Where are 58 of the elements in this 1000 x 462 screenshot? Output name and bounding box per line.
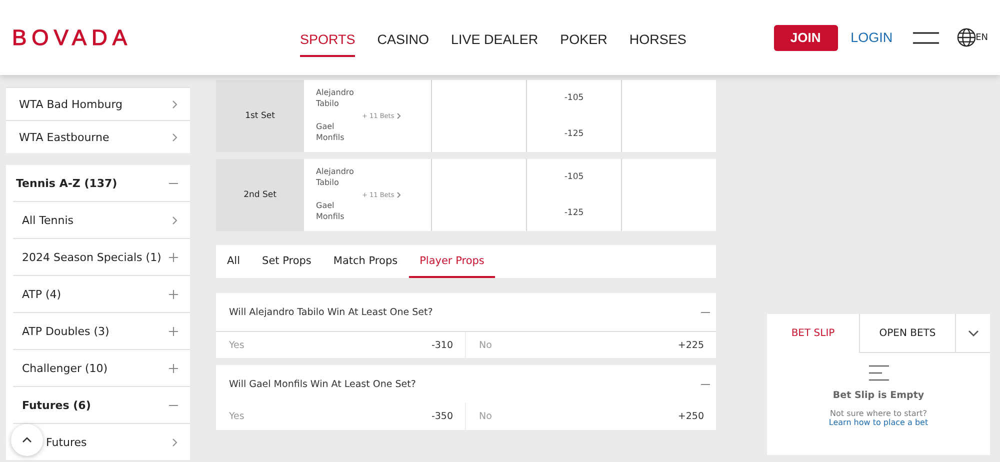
help-link[interactable]: Learn how to place a bet <box>828 418 928 427</box>
hint-text: Not sure where to start? <box>830 409 927 418</box>
sidebar-item[interactable]: Challenger (10) <box>13 349 190 386</box>
prop-question: Will Alejandro Tabilo Win At Least One Set? <box>229 306 433 318</box>
player-name: Alejandro Tabilo <box>316 167 355 189</box>
chevron-right-icon <box>172 100 178 108</box>
odds-value[interactable]: -105 <box>564 172 584 182</box>
empty-title: Bet Slip is Empty <box>832 390 924 401</box>
sidebar-item[interactable]: Futures (6) <box>13 386 190 423</box>
chevron-down-icon <box>968 330 978 336</box>
market-label: 2nd Set <box>244 190 276 200</box>
odds-value[interactable]: -105 <box>564 93 584 103</box>
sidebar-item[interactable]: 2024 Season Specials (1) <box>13 238 190 275</box>
list-icon <box>868 365 888 381</box>
sidebar-item[interactable]: WTA Bad Homburg <box>6 87 190 120</box>
join-button[interactable]: JOIN <box>774 24 838 50</box>
odds-value[interactable]: -125 <box>564 129 584 139</box>
player-name: Alejandro Tabilo <box>316 88 355 110</box>
menu-icon[interactable] <box>912 32 939 44</box>
chevron-right-icon <box>172 438 178 446</box>
prop-question: Will Gael Monfils Win At Least One Set? <box>229 378 416 390</box>
bet-slip-tab[interactable]: OPEN BETS <box>859 314 955 353</box>
globe-icon[interactable] <box>956 28 976 47</box>
tab[interactable]: Match Props <box>322 245 409 278</box>
sidebar-heading[interactable]: Tennis A-Z (137) <box>6 165 190 201</box>
chevron-right-icon <box>397 113 402 119</box>
chevron-right-icon <box>397 192 402 198</box>
nav-link[interactable]: HORSES <box>629 18 686 57</box>
player-name: Gael Monfils <box>316 201 346 223</box>
odds-value[interactable]: +250 <box>678 411 704 422</box>
login-link[interactable]: LOGIN <box>850 30 893 45</box>
odds-value[interactable]: -350 <box>431 411 453 422</box>
sidebar-item[interactable]: WTA Eastbourne <box>6 120 190 153</box>
tab[interactable]: Player Props <box>408 245 496 278</box>
market-label: 1st Set <box>245 111 275 121</box>
odds-value[interactable]: +225 <box>678 340 704 350</box>
nav-link[interactable]: CASINO <box>377 18 430 57</box>
player-name: Gael Monfils <box>316 122 346 144</box>
nav-link[interactable]: POKER <box>560 18 608 57</box>
outcome-label: Yes <box>229 411 244 422</box>
nav-link[interactable]: SPORTS <box>300 18 356 57</box>
sidebar-item[interactable]: All Tennis <box>13 201 190 238</box>
chevron-up-icon <box>22 437 32 443</box>
outcome-label: No <box>479 340 492 350</box>
logo[interactable]: BOVADA <box>12 24 300 50</box>
chevron-right-icon <box>172 132 178 142</box>
chevron-right-icon <box>172 216 178 224</box>
nav-link[interactable]: LIVE DEALER <box>451 18 538 57</box>
tab[interactable]: All <box>227 245 252 278</box>
odds-value[interactable]: -310 <box>431 340 453 350</box>
outcome-label: Yes <box>229 340 244 350</box>
tab[interactable]: Set Props <box>251 245 322 278</box>
sidebar-item[interactable]: Futures <box>13 423 190 460</box>
language-label[interactable]: EN <box>976 32 988 42</box>
sidebar-item[interactable]: ATP (4) <box>13 275 190 312</box>
sidebar-item[interactable]: ATP Doubles (3) <box>13 312 190 349</box>
outcome-label: No <box>479 411 492 422</box>
odds-value[interactable]: -125 <box>564 208 584 218</box>
